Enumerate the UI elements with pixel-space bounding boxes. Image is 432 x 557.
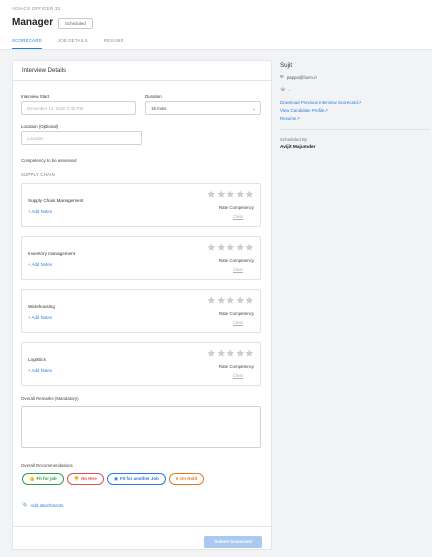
star-icon[interactable] <box>245 190 254 199</box>
fit-for-job-label: Fit for job <box>36 476 57 481</box>
candidate-phone: - <box>288 87 290 93</box>
location-label: Location (Optional) <box>21 124 59 129</box>
tab-resume[interactable]: RESUME <box>104 38 124 49</box>
competency-name: Warehousing <box>28 304 55 309</box>
rating-stars[interactable] <box>207 349 254 358</box>
recommendations-label: Overall Recommendations <box>21 463 73 468</box>
star-icon[interactable] <box>245 243 254 252</box>
fit-for-another-job-button[interactable]: ▣ Fit for another Job <box>106 473 166 485</box>
rate-competency-label: Rate Competency <box>218 364 254 369</box>
candidate-phone-row: ☏ - <box>280 87 290 93</box>
competency-name: Inventory management <box>28 251 75 256</box>
card-title: Interview Details <box>13 61 271 81</box>
scorecard-card: Interview Details Interview Start Decemb… <box>12 60 272 550</box>
competency-name: Logistics <box>28 357 46 362</box>
rating-stars[interactable] <box>207 296 254 305</box>
briefcase-icon: ▣ <box>113 476 118 481</box>
competency-card: Warehousing + Add Notes Rate Competency … <box>21 289 261 333</box>
view-profile-link[interactable]: View Candidate Profile↗ <box>280 108 328 114</box>
footer-divider <box>13 526 271 527</box>
competency-group: SUPPLY CHAIN <box>21 172 55 177</box>
star-icon[interactable] <box>226 243 235 252</box>
paperclip-icon: 📎 <box>22 502 28 507</box>
star-icon[interactable] <box>226 349 235 358</box>
thumbs-up-icon: 👍 <box>29 476 35 481</box>
star-icon[interactable] <box>236 190 245 199</box>
star-icon[interactable] <box>217 190 226 199</box>
interview-start-input[interactable]: December 12, 2020 3:30 PM <box>21 101 136 115</box>
scheduled-by-label: Scheduled By <box>280 137 308 142</box>
star-icon[interactable] <box>207 243 216 252</box>
on-hold-button[interactable]: ⏸ On Hold <box>168 473 205 485</box>
star-icon[interactable] <box>217 296 226 305</box>
rating-stars[interactable] <box>207 243 254 252</box>
rate-competency-label: Rate Competency <box>218 258 254 263</box>
mail-icon: ✉ <box>280 74 284 79</box>
add-attachments-label: Add attachments <box>30 502 64 508</box>
clear-rating-link[interactable]: Clear <box>233 373 243 378</box>
scheduled-by-name: Avijit Majumder <box>280 145 316 150</box>
star-icon[interactable] <box>226 190 235 199</box>
fit-for-job-button[interactable]: 👍 Fit for job <box>22 473 64 485</box>
breadcrumb[interactable]: ADIACS OFFICER 32 <box>12 6 60 11</box>
clear-rating-link[interactable]: Clear <box>233 214 243 219</box>
thumbs-down-icon: 👎 <box>73 476 80 481</box>
chevron-down-icon: ⌄ <box>251 106 256 112</box>
status-badge: Scheduled <box>58 18 93 29</box>
star-icon[interactable] <box>245 349 254 358</box>
rate-competency-label: Rate Competency <box>218 205 254 210</box>
resume-link[interactable]: Resume↗ <box>280 116 300 122</box>
candidate-name: Sujit <box>280 62 293 69</box>
remarks-textarea[interactable] <box>21 406 261 448</box>
tab-job-details[interactable]: JOB DETAILS <box>58 38 88 49</box>
clear-rating-link[interactable]: Clear <box>233 267 243 272</box>
submit-scorecard-button[interactable]: Submit Scorecard <box>204 536 262 548</box>
no-hire-label: No Hire <box>81 476 97 481</box>
star-icon[interactable] <box>217 243 226 252</box>
add-notes-link[interactable]: + Add Notes <box>28 209 52 214</box>
top-bar: ADIACS OFFICER 32 Manager Scheduled SCOR… <box>0 0 432 50</box>
star-icon[interactable] <box>236 243 245 252</box>
duration-value: 15 mins <box>151 106 167 111</box>
add-notes-link[interactable]: + Add Notes <box>28 315 52 320</box>
competency-card: Inventory management + Add Notes Rate Co… <box>21 236 261 280</box>
duration-label: Duration <box>145 94 162 99</box>
competency-name: Supply Chain Management <box>28 198 84 203</box>
candidate-email: pappu@fovm.rr <box>286 74 318 80</box>
download-scorecard-link[interactable]: Download Previous Interview Scorecard↗ <box>280 100 362 106</box>
star-icon[interactable] <box>217 349 226 358</box>
star-icon[interactable] <box>207 349 216 358</box>
remarks-label: Overall Remarks (Mandatory) <box>21 396 79 401</box>
no-hire-button[interactable]: 👎 No Hire <box>66 473 104 485</box>
pause-icon: ⏸ <box>175 476 178 481</box>
interview-start-label: Interview Start <box>21 94 50 99</box>
add-attachments-link[interactable]: 📎 Add attachments <box>22 502 63 508</box>
add-notes-link[interactable]: + Add Notes <box>28 262 52 267</box>
tab-scorecard[interactable]: SCORECARD <box>12 38 42 49</box>
star-icon[interactable] <box>207 296 216 305</box>
star-icon[interactable] <box>245 296 254 305</box>
star-icon[interactable] <box>207 190 216 199</box>
rate-competency-label: Rate Competency <box>218 311 254 316</box>
rating-stars[interactable] <box>207 190 254 199</box>
duration-select[interactable]: 15 mins ⌄ <box>145 101 261 115</box>
competency-card: Logistics + Add Notes Rate Competency Cl… <box>21 342 261 386</box>
location-input[interactable]: Location <box>21 131 142 145</box>
star-icon[interactable] <box>236 349 245 358</box>
competency-title: Competency to be assessed <box>21 158 77 163</box>
panel-divider <box>280 129 430 130</box>
add-notes-link[interactable]: + Add Notes <box>28 368 52 373</box>
page-title: Manager <box>12 17 54 28</box>
competency-card: Supply Chain Management + Add Notes Rate… <box>21 183 261 227</box>
recommendation-buttons: 👍 Fit for job 👎 No Hire ▣ Fit for anothe… <box>22 473 205 485</box>
phone-icon: ☏ <box>280 87 286 92</box>
fit-for-another-job-label: Fit for another Job <box>119 476 159 481</box>
star-icon[interactable] <box>226 296 235 305</box>
star-icon[interactable] <box>236 296 245 305</box>
candidate-email-row: ✉ pappu@fovm.rr <box>280 74 317 80</box>
tab-bar: SCORECARD JOB DETAILS RESUME <box>12 38 124 49</box>
on-hold-label: On Hold <box>179 476 198 481</box>
clear-rating-link[interactable]: Clear <box>233 320 243 325</box>
